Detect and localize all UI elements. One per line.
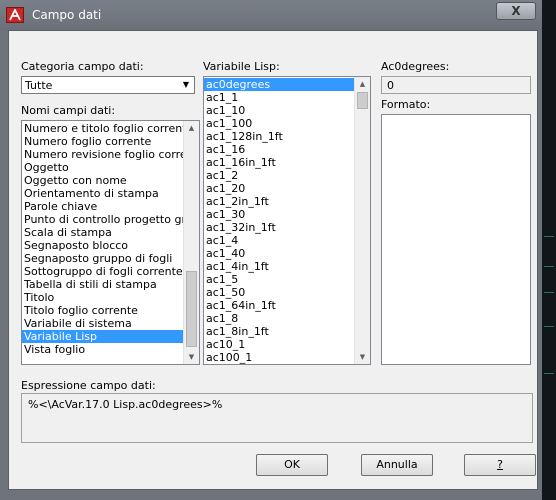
field-name-item[interactable]: Oggetto	[22, 161, 199, 174]
field-name-item[interactable]: Numero foglio corrente	[22, 135, 199, 148]
field-names-label: Nomi campi dati:	[21, 104, 116, 117]
scroll-down-icon[interactable]: ▼	[355, 350, 370, 364]
lisp-variable-item[interactable]: ac1_4	[204, 234, 370, 247]
lisp-variable-item[interactable]: ac1_128in_1ft	[204, 130, 370, 143]
lisp-variable-item[interactable]: ac1_16	[204, 143, 370, 156]
lisp-variable-item[interactable]: ac1_1	[204, 91, 370, 104]
lisp-variable-item[interactable]: ac1_5	[204, 273, 370, 286]
lisp-variable-item[interactable]: ac1_2in_1ft	[204, 195, 370, 208]
chevron-down-icon[interactable]: ▼	[180, 79, 192, 91]
field-names-listbox[interactable]: Numero e titolo foglio corrente Numero fo…	[21, 120, 200, 365]
value-field: 0	[381, 76, 531, 94]
cancel-button[interactable]: Annulla	[361, 454, 433, 476]
lisp-variable-items: ac0degrees ac1_1 ac1_10 ac1_100 ac1_128in_1f…	[204, 77, 370, 365]
field-name-item[interactable]: Sottogruppo di fogli corrente	[22, 265, 199, 278]
lisp-variable-listbox[interactable]: ac0degrees ac1_1 ac1_10 ac1_100 ac1_128in_1f…	[203, 76, 371, 365]
field-name-item[interactable]: Segnaposto gruppo di fogli	[22, 252, 199, 265]
field-name-item[interactable]: Vista foglio	[22, 343, 199, 356]
lisp-variable-item[interactable]: ac100_1	[204, 351, 370, 364]
lisp-variable-item[interactable]: ac1_10	[204, 104, 370, 117]
expression-label: Espressione campo dati:	[21, 379, 156, 392]
lisp-variable-item[interactable]: ac1_4in_1ft	[204, 260, 370, 273]
field-name-item[interactable]: Numero e titolo foglio corrente	[22, 122, 199, 135]
field-name-item[interactable]: Oggetto con nome	[22, 174, 199, 187]
scroll-up-icon[interactable]: ▲	[184, 121, 199, 135]
lisp-variable-item[interactable]: ac1_50	[204, 286, 370, 299]
field-name-item[interactable]: Punto di controllo progetto gruppo	[22, 213, 199, 226]
lisp-variable-item[interactable]: ac1_8	[204, 312, 370, 325]
lisp-variable-scrollbar[interactable]: ▲ ▼	[354, 77, 370, 364]
lisp-variable-item[interactable]: ac180degrees	[204, 364, 370, 365]
background-mark	[544, 266, 554, 267]
lisp-variable-item[interactable]: ac1_20	[204, 182, 370, 195]
value-text: 0	[387, 79, 394, 92]
field-name-item[interactable]: Numero revisione foglio corrente	[22, 148, 199, 161]
lisp-variable-label: Variabile Lisp:	[203, 60, 280, 73]
ok-button[interactable]: OK	[256, 454, 328, 476]
field-names-items: Numero e titolo foglio corrente Numero fo…	[22, 121, 199, 356]
background-mark	[544, 373, 554, 374]
lisp-variable-item[interactable]: ac1_64in_1ft	[204, 299, 370, 312]
field-name-item[interactable]: Titolo	[22, 291, 199, 304]
dialog-client: Categoria campo dati: Tutte ▼ Nomi campi…	[8, 30, 538, 490]
lisp-variable-item[interactable]: ac1_100	[204, 117, 370, 130]
field-names-scrollbar[interactable]: ▲ ▼	[183, 121, 199, 364]
lisp-variable-item[interactable]: ac1_30	[204, 208, 370, 221]
lisp-variable-item[interactable]: ac1_2	[204, 169, 370, 182]
field-name-item[interactable]: Orientamento di stampa	[22, 187, 199, 200]
format-listbox[interactable]	[381, 114, 531, 365]
help-button[interactable]: ?	[464, 454, 536, 476]
field-name-item[interactable]: Variabile Lisp	[22, 330, 199, 343]
background-mark	[544, 326, 554, 327]
format-label: Formato:	[381, 98, 431, 111]
title-bar[interactable]: Campo dati X	[0, 0, 542, 30]
field-name-item[interactable]: Parole chiave	[22, 200, 199, 213]
field-name-item[interactable]: Variabile di sistema	[22, 317, 199, 330]
lisp-variable-item[interactable]: ac1_32in_1ft	[204, 221, 370, 234]
scroll-down-icon[interactable]: ▼	[184, 350, 199, 364]
lisp-variable-item[interactable]: ac1_8in_1ft	[204, 325, 370, 338]
scroll-up-icon[interactable]: ▲	[355, 77, 370, 91]
lisp-variable-item[interactable]: ac0degrees	[204, 78, 370, 91]
dialog-window: Campo dati X Categoria campo dati: Tutte…	[0, 0, 542, 500]
field-name-item[interactable]: Titolo foglio corrente	[22, 304, 199, 317]
lisp-variable-item[interactable]: ac1_40	[204, 247, 370, 260]
background-mark	[544, 292, 554, 293]
expression-text: %<\AcVar.17.0 Lisp.ac0degrees>%	[28, 398, 223, 411]
scroll-thumb[interactable]	[186, 271, 197, 347]
expression-field[interactable]: %<\AcVar.17.0 Lisp.ac0degrees>%	[21, 393, 533, 443]
field-name-item[interactable]: Scala di stampa	[22, 226, 199, 239]
lisp-variable-item[interactable]: ac10_1	[204, 338, 370, 351]
field-name-item[interactable]: Segnaposto blocco	[22, 239, 199, 252]
close-button[interactable]: X	[496, 2, 536, 20]
field-name-item[interactable]: Tabella di stili di stampa	[22, 278, 199, 291]
category-combobox[interactable]: Tutte ▼	[21, 76, 195, 94]
autocad-icon	[6, 7, 24, 23]
scroll-thumb[interactable]	[357, 92, 368, 109]
lisp-variable-item[interactable]: ac1_16in_1ft	[204, 156, 370, 169]
background-strip	[542, 0, 556, 500]
window-title: Campo dati	[32, 8, 102, 22]
value-label: Ac0degrees:	[381, 60, 450, 73]
category-selected-value: Tutte	[25, 79, 53, 92]
background-mark	[544, 236, 554, 237]
category-label: Categoria campo dati:	[21, 60, 144, 73]
